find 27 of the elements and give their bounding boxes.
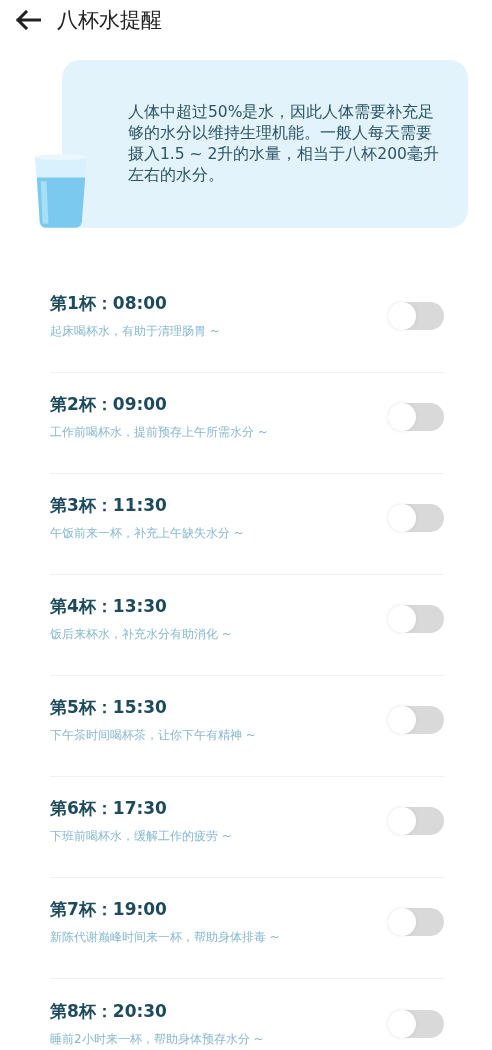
toggle-switch[interactable] (388, 605, 444, 633)
reminder-note: 工作前喝杯水，提前预存上午所需水分 ~ (50, 424, 268, 441)
toggle-switch[interactable] (388, 807, 444, 835)
toggle-switch[interactable] (388, 302, 444, 330)
reminder-note: 下午茶时间喝杯茶，让你下午有精神 ~ (50, 727, 256, 744)
reminder-title: 第3杯：11:30 (50, 494, 168, 517)
reminder-note: 午饭前来一杯，补充上午缺失水分 ~ (50, 525, 244, 542)
reminder-note: 睡前2小时来一杯，帮助身体预存水分 ~ (50, 1030, 264, 1048)
reminder-title: 第4杯：13:30 (50, 595, 168, 618)
reminder-note: 下班前喝杯水，缓解工作的疲劳 ~ (50, 828, 232, 845)
reminder-title: 第1杯：08:00 (50, 292, 168, 315)
toggle-switch[interactable] (388, 504, 444, 532)
toggle-switch[interactable] (388, 403, 444, 431)
reminder-note: 起床喝杯水，有助于清理肠胃 ~ (50, 323, 220, 340)
reminder-title: 第6杯：17:30 (50, 797, 168, 820)
reminder-title: 第2杯：09:00 (50, 393, 168, 416)
reminder-title: 第5杯：15:30 (50, 696, 168, 719)
toggle-switch[interactable] (388, 1009, 444, 1038)
toggle-switch[interactable] (388, 908, 444, 936)
intro-text: 人体中超过50%是水，因此人体需要补充足够的水分以维持生理机能。一般人每天需要摄入1.5 ~ 2升的水量，相当于八杯200毫升左右的水分。 (128, 102, 440, 186)
reminder-note: 新陈代谢巅峰时间来一杯，帮助身体排毒 ~ (50, 929, 280, 946)
back-icon[interactable] (15, 10, 41, 30)
toggle-switch[interactable] (388, 706, 444, 734)
reminder-title: 第7杯：19:00 (50, 898, 168, 921)
page-title: 八杯水提醒 (57, 7, 162, 34)
reminder-title: 第8杯：20:30 (50, 999, 168, 1023)
reminder-note: 饭后来杯水，补充水分有助消化 ~ (50, 626, 232, 643)
